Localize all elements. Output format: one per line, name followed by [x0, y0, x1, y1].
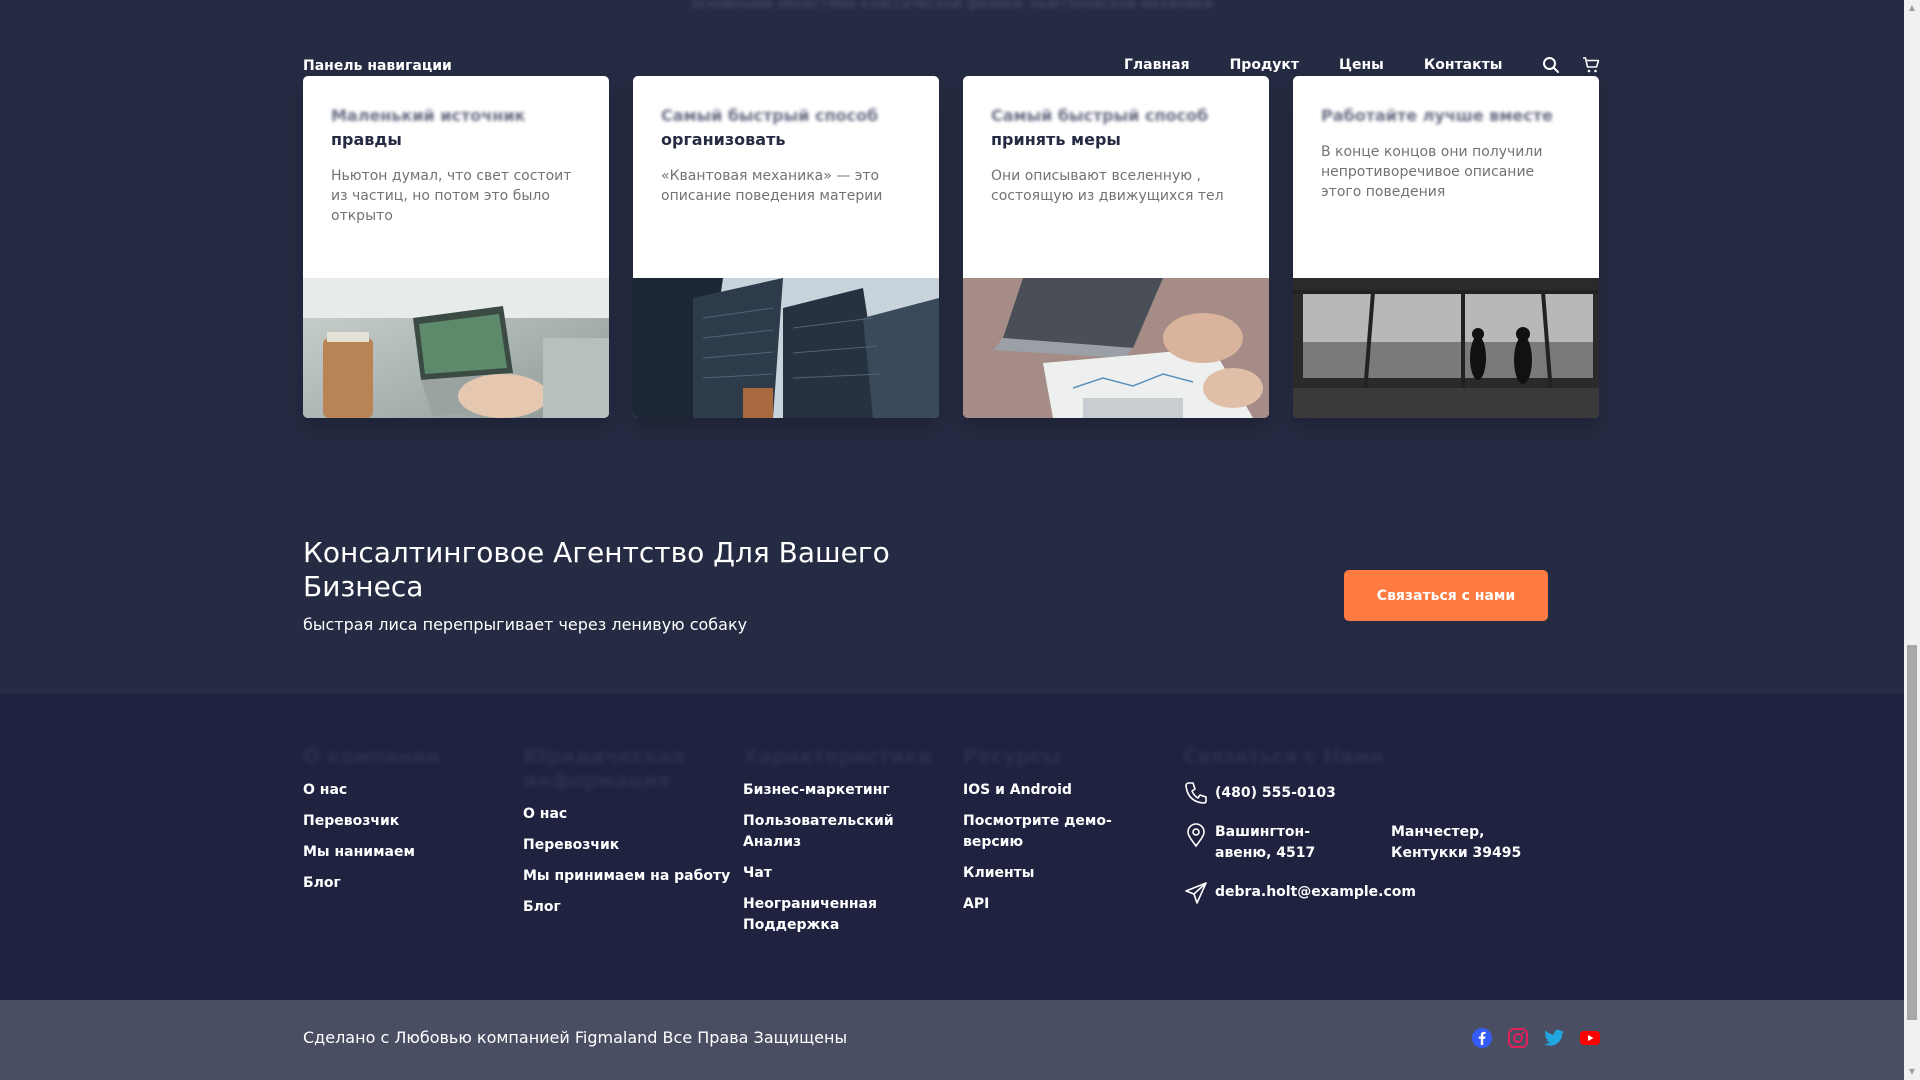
- footer-column-features: Характеристики Бизнес-маркетинг Пользова…: [743, 744, 953, 946]
- card-description: «Квантовая механика» — это описание пове…: [661, 168, 883, 204]
- cards-row: Маленький источник правды Ньютон думал, …: [303, 76, 1599, 418]
- search-icon[interactable]: [1542, 56, 1560, 74]
- top-blurred-text: основными областями классической физики:…: [691, 0, 1213, 12]
- card-image-office-view: [1293, 278, 1599, 418]
- nav-link-pricing[interactable]: Цены: [1339, 57, 1384, 73]
- footer-column-resources: Ресурсы IOS и Android Посмотрите демо-ве…: [963, 744, 1173, 925]
- card-description: Ньютон думал, что свет состоит из частиц…: [331, 168, 572, 224]
- facebook-icon[interactable]: [1470, 1026, 1494, 1050]
- card-image-laptop-desk: [303, 278, 609, 418]
- card[interactable]: Работайте лучше вместе В конце концов он…: [1293, 76, 1599, 418]
- footer-column-title: Ресурсы: [963, 744, 1061, 768]
- card-title: Маленький источник правды: [331, 106, 526, 149]
- nav-brand[interactable]: Панель навигации: [303, 58, 452, 74]
- nav-link-product[interactable]: Продукт: [1230, 57, 1299, 73]
- card-image-skyscrapers: [633, 278, 939, 418]
- scroll-down-arrow-icon[interactable]: ▼: [1907, 1066, 1917, 1078]
- scroll-up-arrow-icon[interactable]: ▲: [1907, 2, 1917, 14]
- card[interactable]: Самый быстрый способ принять меры Они оп…: [963, 76, 1269, 418]
- nav-links: Главная Продукт Цены Контакты: [1124, 56, 1622, 74]
- contact-email[interactable]: debra.holt@example.com: [1183, 880, 1583, 906]
- card-title: Самый быстрый способ принять меры: [991, 106, 1209, 149]
- footer-link[interactable]: Перевозчик: [303, 811, 513, 832]
- youtube-icon[interactable]: [1578, 1026, 1602, 1050]
- footer-column-contact: Связаться с Нами (480) 555-0103 Вашингто…: [1183, 744, 1583, 922]
- card-description: Они описывают вселенную , состоящую из д…: [991, 168, 1224, 204]
- location-pin-icon: [1183, 822, 1209, 848]
- footer-column-title: О компании: [303, 744, 440, 768]
- nav-link-home[interactable]: Главная: [1124, 57, 1190, 73]
- footer-column-title: Характеристики: [743, 744, 932, 768]
- cta-subtitle: быстрая лиса перепрыгивает через ленивую…: [303, 615, 748, 634]
- copyright-text: Сделано с Любовью компанией Figmaland Вс…: [303, 1028, 848, 1047]
- scrollbar-thumb[interactable]: [1907, 645, 1917, 1020]
- card-title: Самый быстрый способ организовать: [661, 106, 879, 149]
- footer-link[interactable]: Неограниченная Поддержка: [743, 894, 903, 936]
- footer-link[interactable]: Блог: [523, 897, 733, 918]
- instagram-icon[interactable]: [1506, 1026, 1530, 1050]
- footer-link[interactable]: Посмотрите демо-версию: [963, 811, 1123, 853]
- contact-us-button[interactable]: Связаться с нами: [1344, 570, 1548, 621]
- card-description: В конце концов они получили непротивореч…: [1321, 144, 1543, 200]
- footer-link[interactable]: О нас: [523, 804, 733, 825]
- card-title: Работайте лучше вместе: [1321, 106, 1553, 125]
- footer-column-title: Связаться с Нами: [1183, 744, 1384, 768]
- twitter-icon[interactable]: [1542, 1026, 1566, 1050]
- footer-link[interactable]: Мы принимаем на работу: [523, 866, 733, 887]
- nav-link-contact[interactable]: Контакты: [1424, 57, 1503, 73]
- footer-link[interactable]: Блог: [303, 873, 513, 894]
- footer: О компании О нас Перевозчик Мы нанимаем …: [0, 694, 1904, 1000]
- footer-column-title: Юридическая информация: [523, 744, 685, 792]
- card[interactable]: Самый быстрый способ организовать «Квант…: [633, 76, 939, 418]
- page: основными областями классической физики:…: [0, 0, 1904, 1080]
- contact-address[interactable]: Вашингтон-авеню, 4517 Манчестер, Кентукк…: [1183, 822, 1583, 864]
- footer-link[interactable]: Перевозчик: [523, 835, 733, 856]
- card-image-documents: [963, 278, 1269, 418]
- social-links: [1470, 1026, 1602, 1050]
- footer-link[interactable]: Чат: [743, 863, 953, 884]
- page-scrollbar[interactable]: ▲ ▼: [1904, 0, 1920, 1080]
- footer-link[interactable]: Клиенты: [963, 863, 1173, 884]
- card[interactable]: Маленький источник правды Ньютон думал, …: [303, 76, 609, 418]
- footer-link[interactable]: IOS и Android: [963, 780, 1173, 801]
- footer-link[interactable]: Бизнес-маркетинг: [743, 780, 953, 801]
- footer-link[interactable]: API: [963, 894, 1173, 915]
- footer-link[interactable]: Пользовательский Анализ: [743, 811, 903, 853]
- contact-phone[interactable]: (480) 555-0103: [1183, 780, 1583, 806]
- phone-icon: [1183, 780, 1209, 806]
- cart-icon[interactable]: [1582, 56, 1600, 74]
- bottom-bar: Сделано с Любовью компанией Figmaland Вс…: [0, 1000, 1904, 1080]
- footer-column-company: О компании О нас Перевозчик Мы нанимаем …: [303, 744, 513, 904]
- cta-title: Консалтинговое Агентство Для Вашего Бизн…: [303, 536, 890, 603]
- footer-link[interactable]: О нас: [303, 780, 513, 801]
- footer-column-legal: Юридическая информация О нас Перевозчик …: [523, 744, 733, 928]
- send-icon: [1183, 880, 1209, 906]
- footer-link[interactable]: Мы нанимаем: [303, 842, 513, 863]
